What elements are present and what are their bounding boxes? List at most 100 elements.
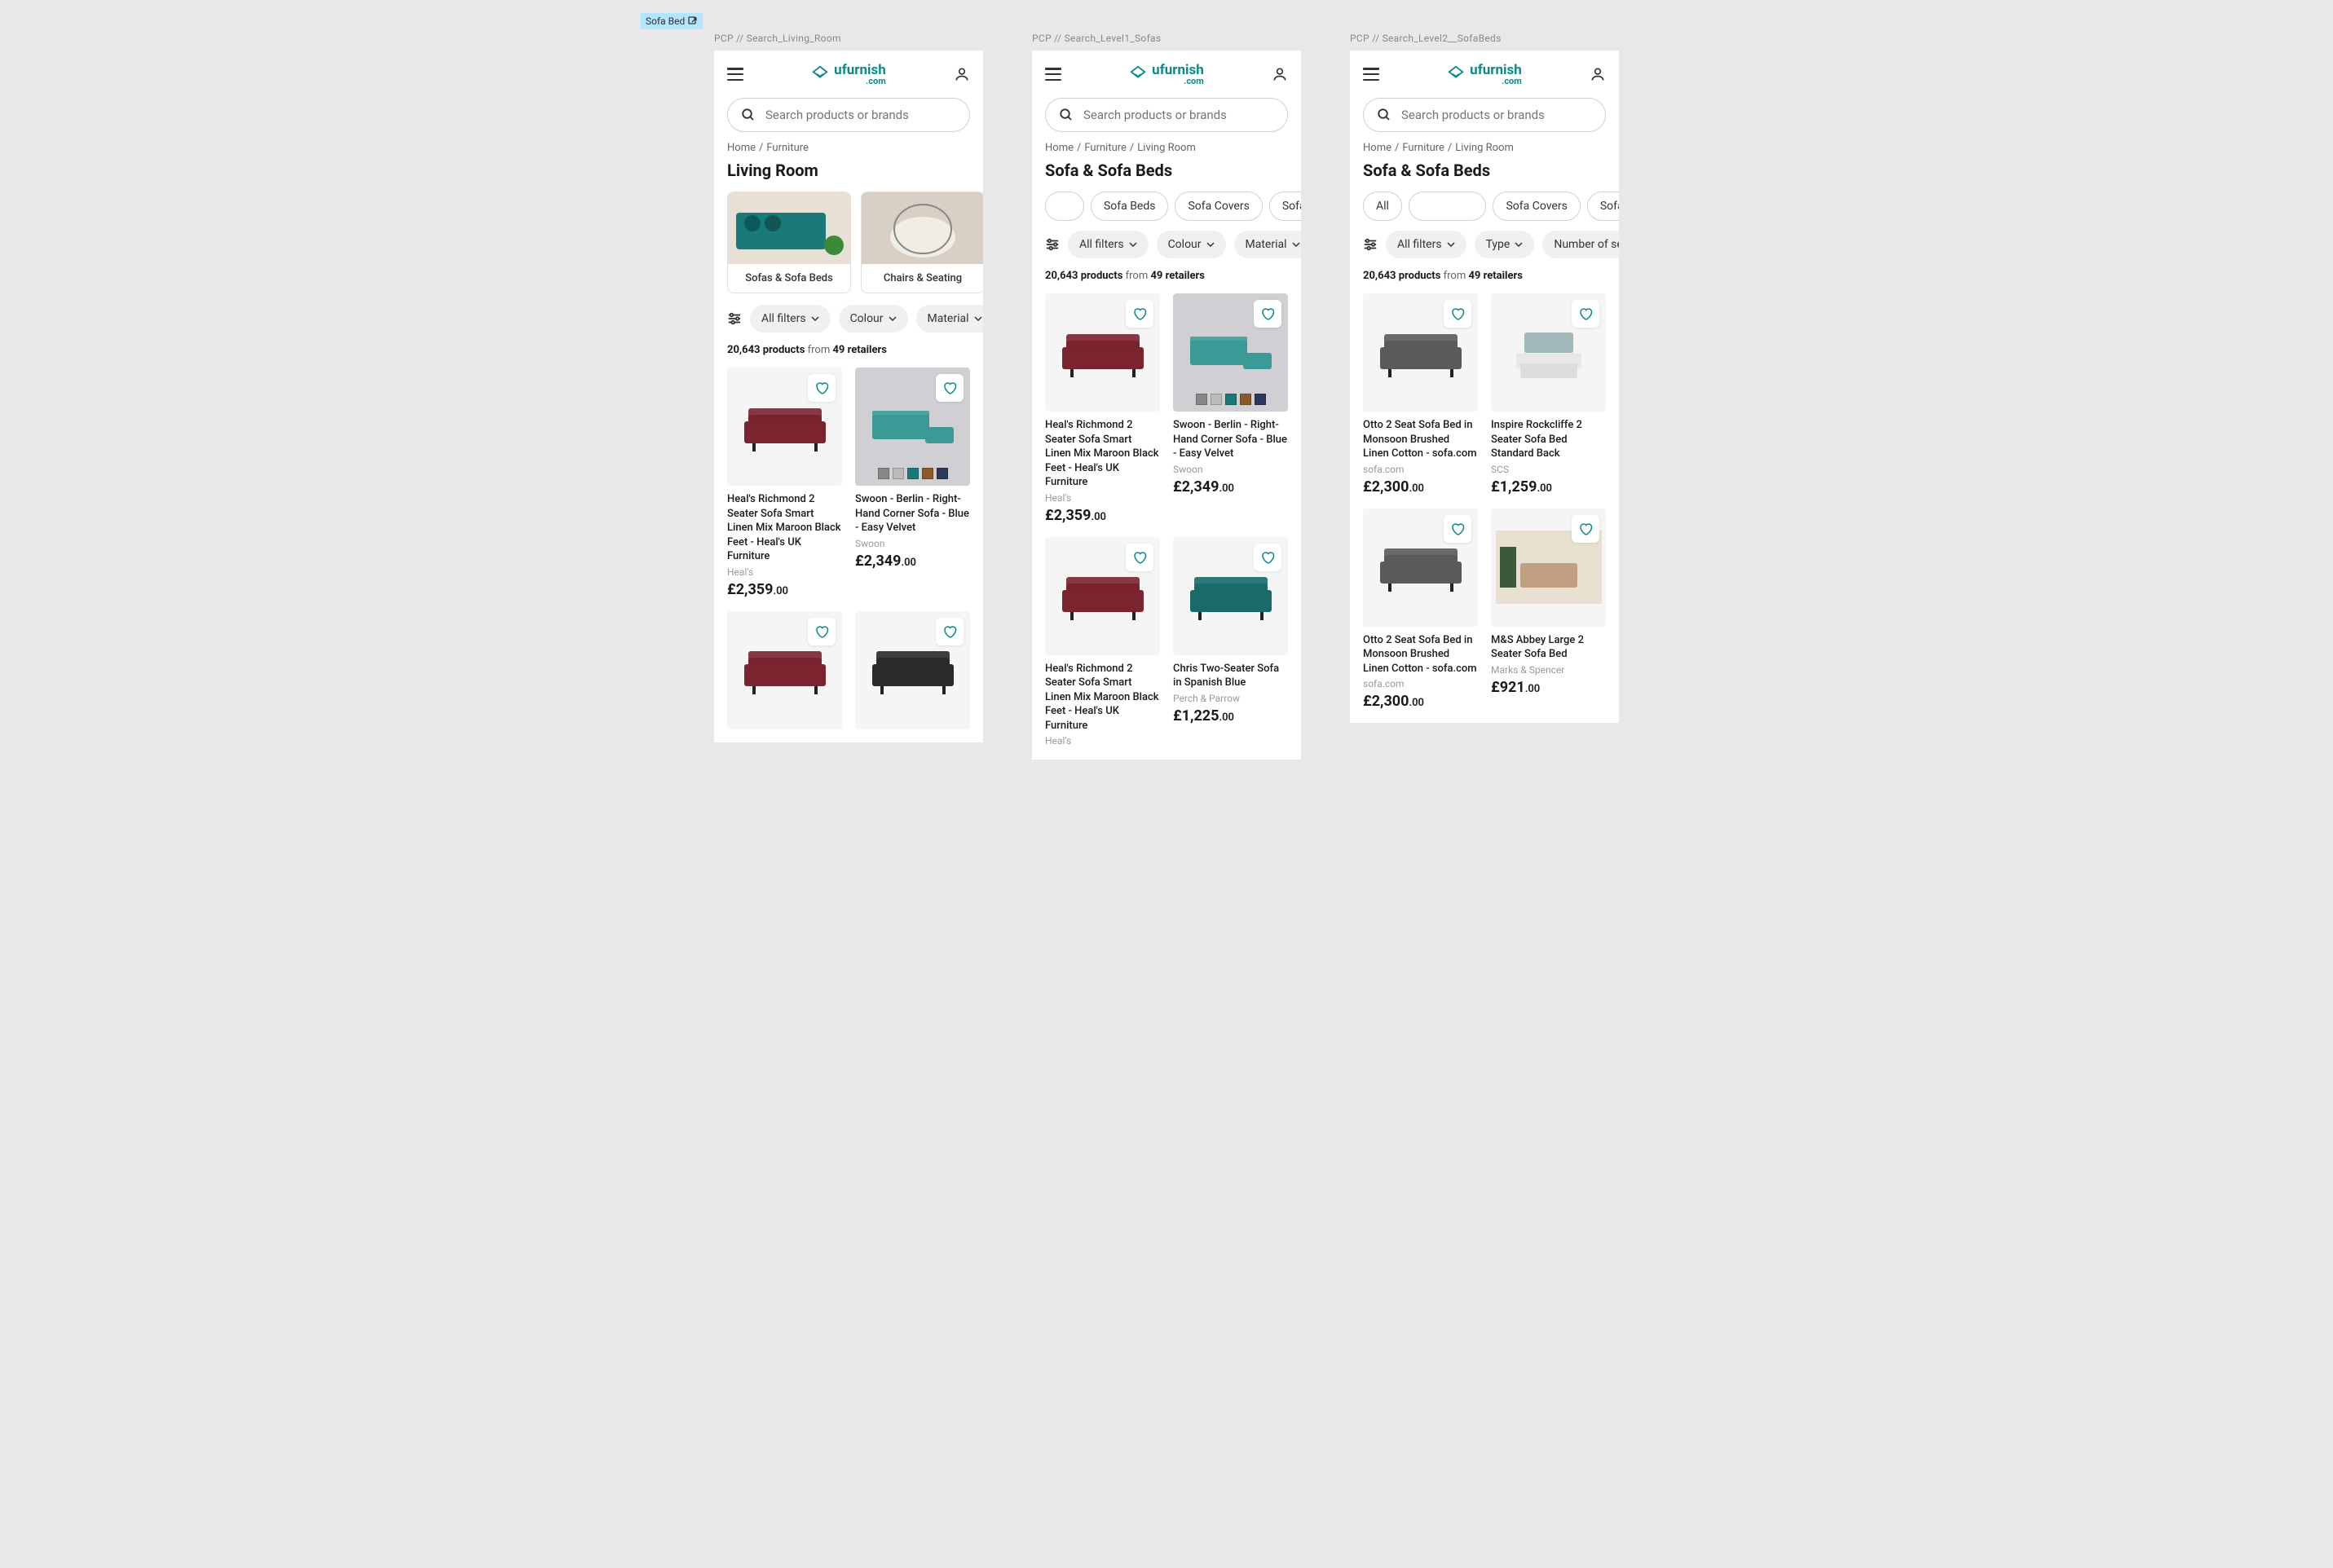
favorite-button[interactable] bbox=[808, 374, 836, 402]
product-card[interactable]: Inspire Rockcliffe 2 Seater Sofa Bed Sta… bbox=[1491, 293, 1606, 496]
product-image bbox=[855, 611, 970, 729]
logo-icon bbox=[1447, 65, 1465, 83]
search-icon bbox=[741, 108, 756, 122]
filter-chip[interactable]: Colour bbox=[1157, 231, 1226, 258]
favorite-button[interactable] bbox=[1126, 544, 1153, 571]
page-title: Living Room bbox=[714, 161, 983, 192]
app-header: ufurnish.com bbox=[714, 51, 983, 98]
filter-chip[interactable]: All filters bbox=[1068, 231, 1149, 258]
breadcrumb-item[interactable]: Living Room bbox=[1137, 142, 1196, 154]
product-image bbox=[855, 368, 970, 486]
favorite-button[interactable] bbox=[808, 618, 836, 645]
brand-logo[interactable]: ufurnish.com bbox=[1447, 62, 1522, 86]
user-icon[interactable] bbox=[954, 66, 970, 82]
favorite-button[interactable] bbox=[936, 618, 964, 645]
mobile-frame: ufurnish.com Home/FurnitureLiving RoomSo… bbox=[714, 51, 983, 742]
page-title: Sofa & Sofa Beds bbox=[1350, 161, 1619, 192]
favorite-button[interactable] bbox=[1444, 300, 1471, 328]
favorite-button[interactable] bbox=[1254, 300, 1281, 328]
brand-logo[interactable]: ufurnish.com bbox=[811, 62, 886, 86]
product-card[interactable]: Otto 2 Seat Sofa Bed in Monsoon Brushed … bbox=[1363, 293, 1478, 496]
product-card[interactable]: Chris Two-Seater Sofa in Spanish Blue Pe… bbox=[1173, 537, 1288, 747]
product-card[interactable]: Swoon - Berlin - Right-Hand Corner Sofa … bbox=[1173, 293, 1288, 524]
filter-chip[interactable]: All filters bbox=[1386, 231, 1466, 258]
search-bar[interactable] bbox=[1363, 98, 1606, 132]
product-price: £2,349.00 bbox=[855, 553, 970, 570]
favorite-button[interactable] bbox=[1572, 300, 1599, 328]
category-label: Sofas & Sofa Beds bbox=[728, 264, 850, 293]
breadcrumb-item[interactable]: Home bbox=[1045, 142, 1074, 154]
breadcrumb-item[interactable]: Home bbox=[727, 142, 756, 154]
category-card[interactable]: Chairs & Seating bbox=[861, 192, 983, 293]
product-image bbox=[1045, 293, 1160, 412]
chevron-down-icon bbox=[889, 316, 897, 321]
heart-icon bbox=[942, 381, 957, 395]
search-bar[interactable] bbox=[1045, 98, 1288, 132]
subcategory-chips: AllSofa BedsSofa CoversSofa Sets bbox=[1032, 192, 1301, 231]
product-price: £1,259.00 bbox=[1491, 478, 1606, 496]
product-retailer: Heal's bbox=[727, 566, 842, 578]
breadcrumb: Home/Furniture/Living Room bbox=[1032, 142, 1301, 161]
filter-chip[interactable]: Number of sea bbox=[1542, 231, 1619, 258]
product-card[interactable]: Swoon - Berlin - Right-Hand Corner Sofa … bbox=[855, 368, 970, 598]
filter-chip[interactable]: All filters bbox=[750, 305, 831, 333]
filter-chip[interactable]: Type bbox=[1475, 231, 1535, 258]
product-card[interactable]: M&S Abbey Large 2 Seater Sofa Bed Marks … bbox=[1491, 509, 1606, 711]
heart-icon bbox=[1450, 306, 1465, 321]
filter-icon[interactable] bbox=[1045, 238, 1060, 251]
breadcrumb-item[interactable]: Home bbox=[1363, 142, 1391, 154]
product-title: Otto 2 Seat Sofa Bed in Monsoon Brushed … bbox=[1363, 633, 1478, 676]
heart-icon bbox=[1450, 522, 1465, 536]
menu-button[interactable] bbox=[1363, 68, 1379, 81]
favorite-button[interactable] bbox=[1254, 544, 1281, 571]
breadcrumb-item[interactable]: Living Room bbox=[1455, 142, 1514, 154]
chip-all[interactable]: All bbox=[1363, 192, 1402, 221]
product-card[interactable]: Heal's Richmond 2 Seater Sofa Smart Line… bbox=[1045, 537, 1160, 747]
filter-icon[interactable] bbox=[727, 312, 742, 325]
menu-button[interactable] bbox=[727, 68, 743, 81]
search-input[interactable] bbox=[765, 108, 956, 122]
product-price: £1,225.00 bbox=[1173, 707, 1288, 725]
chip-sofa-sets[interactable]: Sofa Sets bbox=[1269, 192, 1301, 221]
product-price: £2,300.00 bbox=[1363, 478, 1478, 496]
chip-sofa-sets[interactable]: Sofa Sets bbox=[1587, 192, 1619, 221]
filter-icon[interactable] bbox=[1363, 238, 1378, 251]
user-icon[interactable] bbox=[1590, 66, 1606, 82]
product-card[interactable]: Otto 2 Seat Sofa Bed in Monsoon Brushed … bbox=[1363, 509, 1478, 711]
product-card[interactable]: Heal's Richmond 2 Seater Sofa Smart Line… bbox=[727, 368, 842, 598]
category-card[interactable]: Sofas & Sofa Beds bbox=[727, 192, 851, 293]
chip-all[interactable]: All bbox=[1045, 192, 1084, 221]
chip-sofa-beds[interactable]: Sofa Beds bbox=[1091, 192, 1169, 221]
favorite-button[interactable] bbox=[1126, 300, 1153, 328]
breadcrumb-item[interactable]: Furniture bbox=[1084, 142, 1127, 154]
user-icon[interactable] bbox=[1272, 66, 1288, 82]
search-input[interactable] bbox=[1401, 108, 1592, 122]
page-title: Sofa & Sofa Beds bbox=[1032, 161, 1301, 192]
frame-label: PCP // Search_Level1_Sofas bbox=[1032, 33, 1301, 44]
filter-chip[interactable]: Material bbox=[1234, 231, 1301, 258]
brand-logo[interactable]: ufurnish.com bbox=[1129, 62, 1204, 86]
chip-sofa-covers[interactable]: Sofa Covers bbox=[1175, 192, 1262, 221]
logo-icon bbox=[1129, 65, 1147, 83]
favorite-button[interactable] bbox=[1444, 515, 1471, 543]
filter-row: All filters Colour Material bbox=[1032, 231, 1301, 270]
product-title: Swoon - Berlin - Right-Hand Corner Sofa … bbox=[855, 492, 970, 535]
product-card[interactable] bbox=[855, 611, 970, 729]
breadcrumb-item[interactable]: Furniture bbox=[1402, 142, 1444, 154]
favorite-button[interactable] bbox=[1572, 515, 1599, 543]
product-card[interactable]: Heal's Richmond 2 Seater Sofa Smart Line… bbox=[1045, 293, 1160, 524]
favorite-button[interactable] bbox=[936, 374, 964, 402]
product-title: Heal's Richmond 2 Seater Sofa Smart Line… bbox=[1045, 418, 1160, 490]
chip-sofa-covers[interactable]: Sofa Covers bbox=[1493, 192, 1580, 221]
chip-sofa-beds[interactable]: Sofa Beds bbox=[1409, 192, 1487, 221]
filter-chip[interactable]: Material bbox=[916, 305, 983, 333]
search-bar[interactable] bbox=[727, 98, 970, 132]
breadcrumb-item[interactable]: Furniture bbox=[766, 142, 809, 154]
product-card[interactable] bbox=[727, 611, 842, 729]
product-image bbox=[1491, 293, 1606, 412]
menu-button[interactable] bbox=[1045, 68, 1061, 81]
search-input[interactable] bbox=[1083, 108, 1274, 122]
product-image bbox=[727, 611, 842, 729]
figma-component-badge: Sofa Bed bbox=[641, 13, 703, 29]
filter-chip[interactable]: Colour bbox=[839, 305, 908, 333]
